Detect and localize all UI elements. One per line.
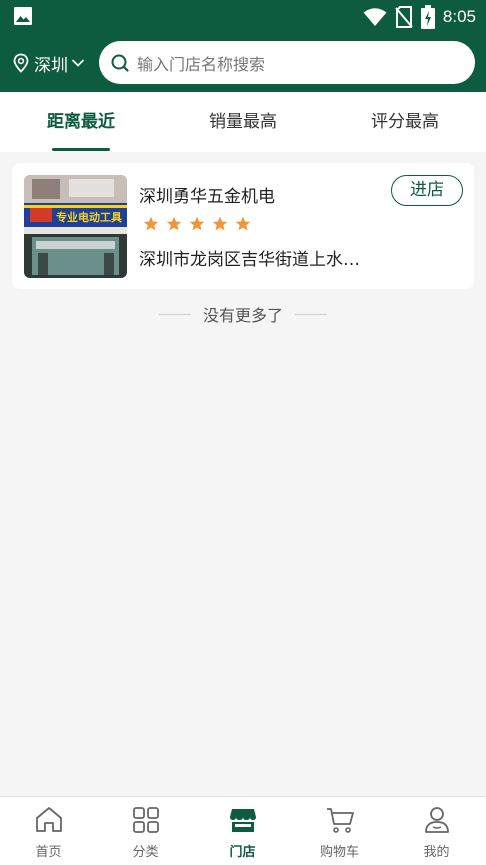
end-of-list: 没有更多了 <box>0 302 486 326</box>
wifi-icon <box>363 8 387 26</box>
store-icon <box>230 809 256 832</box>
nav-label: 分类 <box>132 845 159 860</box>
cart-icon <box>327 808 354 833</box>
nav-label: 我的 <box>423 845 450 860</box>
nav-mine[interactable]: 我的 <box>388 797 485 865</box>
status-bar: 8:05 <box>0 0 486 34</box>
tab-label: 评分最高 <box>371 112 439 132</box>
home-icon <box>36 807 62 832</box>
tab-top-sales[interactable]: 销量最高 <box>162 92 324 152</box>
tab-label: 销量最高 <box>209 112 277 132</box>
bottom-nav: 首页 分类 门店 购物车 我的 <box>0 796 486 865</box>
star-icon <box>235 216 251 231</box>
star-icon <box>143 216 159 231</box>
city-selector[interactable]: 深圳 <box>12 50 85 76</box>
nav-label: 购物车 <box>319 845 359 860</box>
clock: 8:05 <box>442 7 476 26</box>
no-sim-icon <box>395 6 413 28</box>
tab-nearest[interactable]: 距离最近 <box>0 92 162 152</box>
location-pin-icon <box>13 53 29 73</box>
nav-category[interactable]: 分类 <box>97 797 194 865</box>
nav-cart[interactable]: 购物车 <box>291 797 388 865</box>
end-of-list-text: 没有更多了 <box>202 306 283 325</box>
nav-store[interactable]: 门店 <box>194 797 291 865</box>
tab-indicator <box>52 148 110 151</box>
tab-label: 距离最近 <box>47 112 115 132</box>
store-card[interactable]: 专业电动工具 深圳勇华五金机电 进店 深圳市龙岗区吉华街道上水… <box>12 163 474 289</box>
city-name: 深圳 <box>34 55 68 76</box>
gallery-icon <box>14 7 32 25</box>
star-icon <box>166 216 182 231</box>
nav-home[interactable]: 首页 <box>0 797 97 865</box>
star-icon <box>212 216 228 231</box>
store-photo: 专业电动工具 <box>24 175 127 278</box>
header: 深圳 输入门店名称搜索 <box>0 34 486 92</box>
search-placeholder: 输入门店名称搜索 <box>137 54 266 74</box>
divider <box>158 313 191 315</box>
user-icon <box>425 807 449 833</box>
divider <box>295 313 327 315</box>
chevron-down-icon <box>71 59 85 67</box>
search-icon <box>111 54 129 72</box>
tab-top-rated[interactable]: 评分最高 <box>324 92 486 152</box>
sort-tabs: 距离最近 销量最高 评分最高 <box>0 92 486 152</box>
store-sign-text: 专业电动工具 <box>56 210 122 224</box>
enter-store-button[interactable]: 进店 <box>391 175 463 206</box>
store-name[interactable]: 深圳勇华五金机电 <box>139 182 275 207</box>
nav-label: 首页 <box>35 845 62 860</box>
store-address: 深圳市龙岗区吉华街道上水… <box>139 250 360 270</box>
search-input[interactable]: 输入门店名称搜索 <box>99 41 475 84</box>
grid-icon <box>133 807 159 833</box>
nav-label: 门店 <box>229 845 256 860</box>
rating-stars <box>143 216 251 232</box>
battery-icon <box>420 5 435 29</box>
star-icon <box>189 216 205 231</box>
